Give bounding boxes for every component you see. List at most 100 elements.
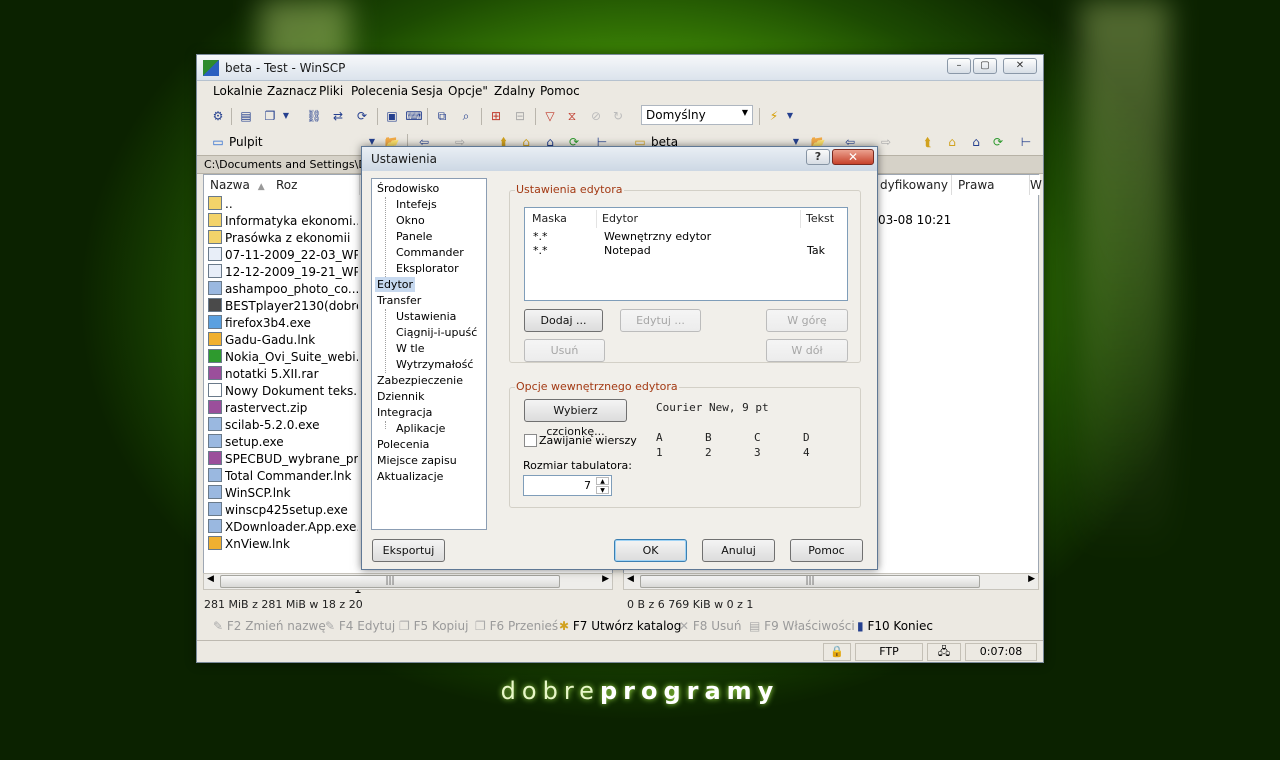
root-folder-icon[interactable]: ⌂ [943,133,961,151]
f10-quit-button[interactable]: ▮ F10 Koniec [857,619,933,633]
parent-folder-icon[interactable]: ⮬ [919,133,937,151]
f7-create-directory-button[interactable]: ✱ F7 Utwórz katalog [559,619,681,633]
list-item[interactable]: XDownloader.App.exe... [208,519,358,536]
list-item[interactable]: Gadu-Gadu.lnk [208,332,358,349]
dialog-help-button[interactable]: ? [806,149,830,165]
list-item[interactable]: firefox3b4.exe [208,315,358,332]
tree-item[interactable]: Panele [394,229,434,244]
find-files-icon[interactable]: ⌕ [457,107,475,125]
tree-item[interactable]: Commander [394,245,466,260]
tree-item[interactable]: Okno [394,213,427,228]
tree-item[interactable]: Transfer [375,293,423,308]
tree-item[interactable]: Edytor [375,277,416,292]
menu-zaznacz[interactable]: Zaznacz [267,84,317,98]
menu-pliki[interactable]: Pliki [319,84,343,98]
scrollbar-thumb[interactable]: ||| [640,575,980,588]
select-minus-icon[interactable]: ⊟ [511,107,529,125]
menu-opcje[interactable]: Opcje" [448,84,488,98]
sync-icon[interactable]: ⛓ [305,107,323,125]
dialog-close-button[interactable]: ✕ [832,149,874,165]
list-item[interactable]: notatki 5.XII.rar [208,366,358,383]
dropdown-arrow-icon[interactable]: ▼ [281,107,291,125]
list-item[interactable]: 07-11-2009_22-03_WP... [208,247,358,264]
f6-move-button[interactable]: ❐ F6 Przenieś [475,619,558,633]
tree-item[interactable]: Ustawienia [394,309,458,324]
list-item[interactable]: Nowy Dokument teks... [208,383,358,400]
list-item[interactable]: scilab-5.2.0.exe [208,417,358,434]
tree-icon[interactable]: ⊢ [1017,133,1035,151]
f4-edit-button[interactable]: ✎ F4 Edytuj [325,619,395,633]
transfer-settings-combo[interactable]: Domyślny ▼ [641,105,753,125]
remove-editor-button[interactable]: Usuń [524,339,605,362]
list-item[interactable]: WinSCP.lnk [208,485,358,502]
column-modified[interactable]: dyfikowany [874,175,952,195]
f2-rename-button[interactable]: ✎ F2 Zmień nazwę [213,619,326,633]
tree-item[interactable]: Zabezpieczenie [375,373,465,388]
local-horizontal-scrollbar[interactable]: ◀ ||| ▶ [203,573,613,590]
help-button[interactable]: Pomoc [790,539,863,562]
tab-size-value[interactable]: 7 [584,479,591,492]
list-item[interactable]: setup.exe [208,434,358,451]
gear-icon[interactable]: ⚙ [209,107,227,125]
scroll-right-icon[interactable]: ▶ [602,574,609,584]
tree-item[interactable]: Ciągnij-i-upuść [394,325,479,340]
column-name[interactable]: Nazwa ▲ [204,175,265,195]
close-button[interactable]: ✕ [1003,58,1037,74]
ok-button[interactable]: OK [614,539,687,562]
spin-down-icon[interactable]: ▼ [596,486,609,494]
remote-horizontal-scrollbar[interactable]: ◀ ||| ▶ [623,573,1039,590]
f9-properties-button[interactable]: ▤ F9 Właściwości [749,619,855,633]
add-editor-button[interactable]: Dodaj ... [524,309,603,332]
refresh-icon[interactable]: ⟳ [353,107,371,125]
select-plus-icon[interactable]: ⊞ [487,107,505,125]
tree-item[interactable]: Aktualizacje [375,469,445,484]
title-bar[interactable]: beta - Test - WinSCP – ▢ ✕ [197,55,1043,81]
word-wrap-label[interactable]: Zawijanie wierszy [539,434,637,447]
column-text[interactable]: Tekst [801,210,845,228]
list-item[interactable]: SPECBUD_wybrane_pr... [208,451,358,468]
tree-item[interactable]: Dziennik [375,389,426,404]
putty-icon[interactable]: ⌨ [405,107,423,125]
list-item[interactable]: Total Commander.lnk [208,468,358,485]
tree-item[interactable]: Intefejs [394,197,439,212]
tree-item[interactable]: Miejsce zapisu [375,453,459,468]
lightning-icon[interactable]: ⚡ [765,107,783,125]
move-down-button[interactable]: W dół [766,339,848,362]
choose-font-button[interactable]: Wybierz czcionkę... [524,399,627,438]
spin-up-icon[interactable]: ▲ [596,477,609,485]
edit-editor-button[interactable]: Edytuj ... [620,309,701,332]
column-mask[interactable]: Maska [527,210,597,228]
compare-icon[interactable]: ⇄ [329,107,347,125]
list-item[interactable]: XnView.lnk [208,536,358,553]
console-icon[interactable]: ▣ [383,107,401,125]
f5-copy-button[interactable]: ❐ F5 Kopiuj [399,619,468,633]
list-item[interactable]: winscp425setup.exe [208,502,358,519]
cancel-button[interactable]: Anuluj [702,539,775,562]
column-size[interactable]: Roz [270,175,360,195]
export-button[interactable]: Eksportuj [372,539,445,562]
tree-item[interactable]: W tle [394,341,427,356]
move-up-button[interactable]: W górę [766,309,848,332]
list-item[interactable]: Informatyka ekonomi... [208,213,358,230]
tree-item[interactable]: Eksplorator [394,261,461,276]
menu-pomoc[interactable]: Pomoc [540,84,580,98]
local-location[interactable]: Pulpit [229,135,263,149]
word-wrap-checkbox[interactable] [524,434,537,447]
tree-item[interactable]: Środowisko [375,181,441,196]
home-icon[interactable]: ⌂ [967,133,985,151]
column-rights[interactable]: Prawa [952,175,1030,195]
local-path[interactable]: C:\Documents and Settings\Dan [204,158,381,171]
list-item[interactable]: BESTplayer2130(dobre... [208,298,358,315]
column-editor[interactable]: Edytor [597,210,801,228]
list-item[interactable]: Prasówka z ekonomii [208,230,358,247]
menu-polecenia[interactable]: Polecenia [351,84,408,98]
column-more[interactable]: W [1030,175,1042,195]
queue-icon[interactable]: ⧉ [433,107,451,125]
maximize-button[interactable]: ▢ [973,58,997,74]
list-item[interactable]: ashampoo_photo_co... [208,281,358,298]
f8-delete-button[interactable]: ✕ F8 Usuń [679,619,742,633]
scroll-left-icon[interactable]: ◀ [627,574,634,584]
list-item[interactable]: 12-12-2009_19-21_WP... [208,264,358,281]
tree-item[interactable]: Integracja [375,405,434,420]
list-item[interactable]: .. [208,196,358,213]
